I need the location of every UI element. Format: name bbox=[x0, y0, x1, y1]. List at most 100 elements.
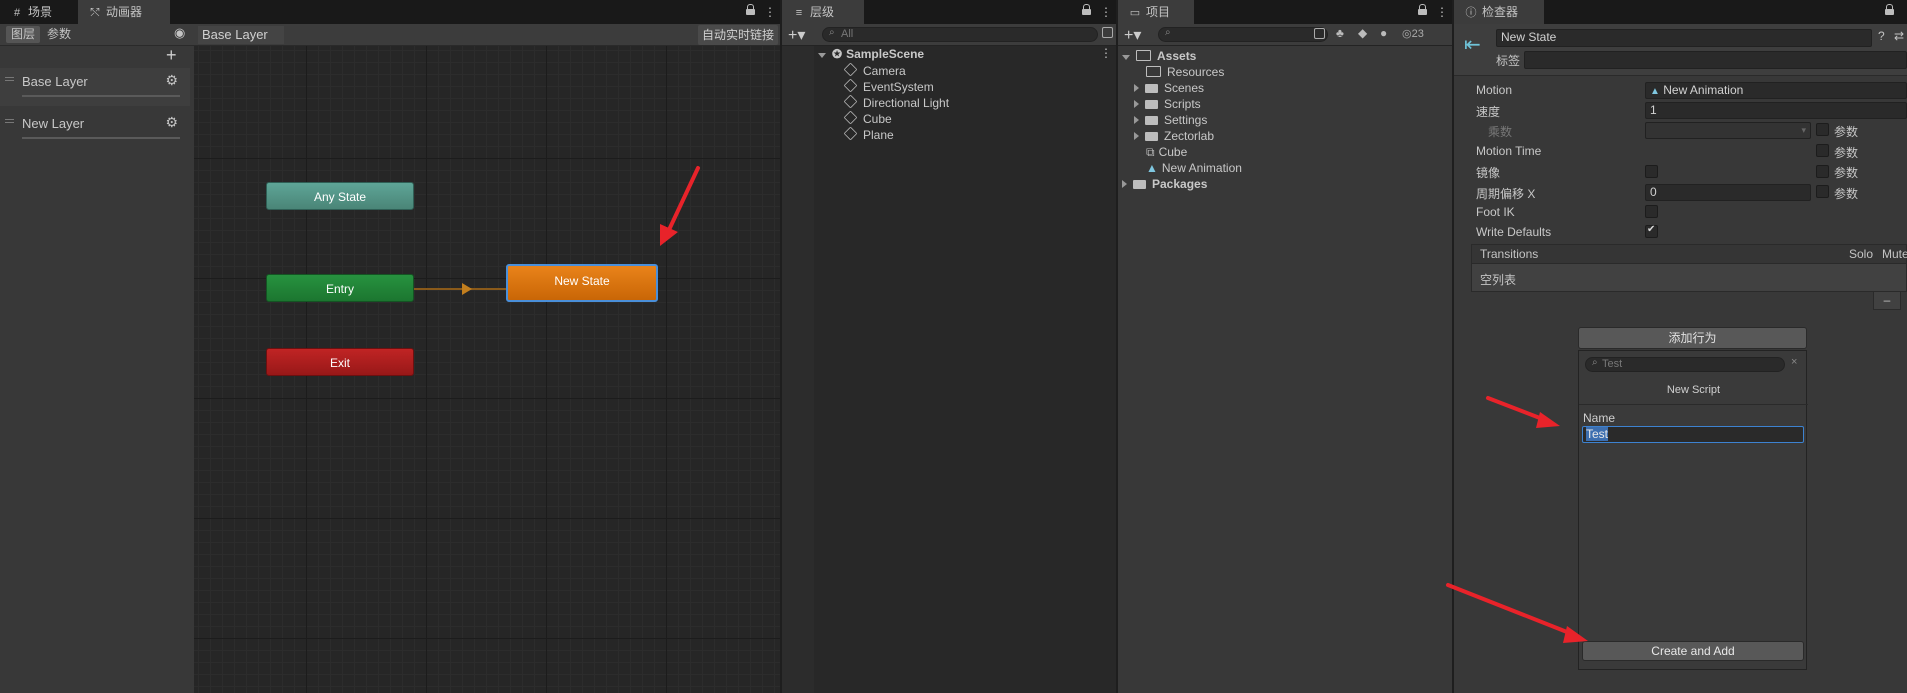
search-icon: ⌕ bbox=[1592, 357, 1598, 368]
search-icon: ⌕ bbox=[1165, 27, 1171, 38]
filter-icon[interactable] bbox=[1102, 27, 1113, 38]
entry-node[interactable]: Entry bbox=[266, 274, 414, 302]
layer-item-new[interactable]: New Layer ⚙ bbox=[0, 110, 190, 148]
type-filter-icon[interactable]: ♣ bbox=[1336, 26, 1344, 40]
tag-field[interactable] bbox=[1524, 51, 1907, 69]
scene-more-icon[interactable]: ⋮ bbox=[1100, 46, 1112, 60]
live-link-button[interactable]: 自动实时链接 bbox=[697, 25, 778, 45]
project-search-input[interactable]: ⌕ bbox=[1158, 27, 1328, 42]
create-button[interactable]: +▾ bbox=[1124, 25, 1141, 45]
layer-weight-bar[interactable] bbox=[22, 95, 180, 97]
mirror-param-checkbox[interactable] bbox=[1816, 165, 1829, 178]
cycle-offset-field[interactable]: 0 bbox=[1645, 184, 1811, 201]
expand-icon[interactable] bbox=[1134, 132, 1139, 140]
hierarchy-toolbar: +▾ ⌕ All bbox=[782, 24, 1116, 46]
scene-item[interactable]: ✪ SampleScene bbox=[818, 47, 924, 61]
more-menu-icon[interactable]: ⋮ bbox=[764, 5, 776, 19]
animator-breadcrumb-bar: Base Layer 自动实时链接 bbox=[194, 24, 780, 46]
animator-graph-canvas[interactable]: Any State Entry Exit New State bbox=[194, 46, 780, 693]
hierarchy-item[interactable]: Camera bbox=[843, 62, 906, 78]
hierarchy-tabbar: ≡ 层级 ⋮ bbox=[782, 0, 1116, 24]
tab-scene[interactable]: # 场景 bbox=[0, 0, 78, 24]
hierarchy-item[interactable]: Directional Light bbox=[843, 94, 949, 110]
project-toolbar: +▾ ⌕ ♣ ◆ ● ◎23 bbox=[1118, 24, 1452, 46]
project-item[interactable]: Zectorlab bbox=[1134, 129, 1214, 143]
hidden-count[interactable]: ◎23 bbox=[1402, 27, 1424, 40]
clear-search-icon[interactable]: × bbox=[1791, 356, 1797, 368]
param-label: 参数 bbox=[1834, 146, 1859, 160]
add-behaviour-button[interactable]: 添加行为 bbox=[1578, 327, 1807, 349]
expand-icon[interactable] bbox=[1134, 84, 1139, 92]
project-item[interactable]: Settings bbox=[1134, 113, 1207, 127]
hierarchy-item[interactable]: EventSystem bbox=[843, 78, 934, 94]
drag-handle-icon[interactable] bbox=[5, 77, 14, 78]
new-state-node[interactable]: New State bbox=[506, 264, 658, 302]
collapse-icon[interactable] bbox=[1122, 55, 1130, 60]
motion-field[interactable]: ▲ New Animation bbox=[1645, 82, 1907, 99]
write-defaults-checkbox[interactable] bbox=[1645, 224, 1658, 238]
eye-icon[interactable]: ◉ bbox=[174, 25, 185, 41]
lock-icon[interactable] bbox=[1885, 4, 1894, 15]
project-item[interactable]: Resources bbox=[1146, 65, 1224, 79]
hierarchy-search-input[interactable]: ⌕ All bbox=[822, 27, 1098, 42]
tab-project[interactable]: ▭ 项目 bbox=[1118, 0, 1194, 24]
add-layer-button[interactable]: + bbox=[166, 45, 177, 66]
hierarchy-item[interactable]: Plane bbox=[843, 126, 894, 142]
param-label: 参数 bbox=[1834, 187, 1859, 201]
assets-folder[interactable]: Assets bbox=[1122, 49, 1196, 63]
mirror-checkbox[interactable] bbox=[1645, 165, 1658, 178]
lock-icon[interactable] bbox=[1418, 4, 1427, 15]
packages-folder[interactable]: Packages bbox=[1122, 177, 1207, 191]
expand-icon[interactable] bbox=[1134, 116, 1139, 124]
create-button[interactable]: +▾ bbox=[788, 25, 805, 45]
more-menu-icon[interactable]: ⋮ bbox=[1436, 5, 1448, 19]
layer-weight-bar[interactable] bbox=[22, 137, 180, 139]
gear-icon[interactable]: ⚙ bbox=[165, 72, 178, 89]
gear-icon[interactable]: ⚙ bbox=[165, 114, 178, 131]
state-name-field[interactable]: New State bbox=[1496, 29, 1872, 47]
tab-parameters[interactable]: 参数 bbox=[42, 26, 76, 43]
collapse-icon[interactable] bbox=[818, 53, 826, 58]
project-item[interactable]: Scenes bbox=[1134, 81, 1204, 95]
expand-icon[interactable] bbox=[1134, 100, 1139, 108]
project-item[interactable]: ▲ New Animation bbox=[1146, 161, 1242, 175]
drag-handle-icon[interactable] bbox=[5, 119, 14, 120]
layer-item-base[interactable]: Base Layer ⚙ bbox=[0, 68, 190, 106]
multiplier-dropdown[interactable]: ▾ bbox=[1645, 122, 1811, 139]
tab-inspector[interactable]: ⓘ 检查器 bbox=[1454, 0, 1544, 24]
foot-ik-checkbox[interactable] bbox=[1645, 205, 1658, 218]
cycle-offset-param-checkbox[interactable] bbox=[1816, 185, 1829, 198]
create-and-add-button[interactable]: Create and Add bbox=[1582, 641, 1804, 661]
lock-icon[interactable] bbox=[746, 4, 755, 15]
tab-layers[interactable]: 图层 bbox=[6, 26, 40, 43]
any-state-node[interactable]: Any State bbox=[266, 182, 414, 210]
info-icon[interactable]: ● bbox=[1380, 26, 1387, 40]
speed-field[interactable]: 1 bbox=[1645, 102, 1907, 119]
lock-icon[interactable] bbox=[1082, 4, 1091, 15]
tag-label: 标签 bbox=[1496, 54, 1521, 68]
project-item[interactable]: Scripts bbox=[1134, 97, 1201, 111]
preset-icon[interactable]: ⇄ bbox=[1894, 29, 1904, 43]
hierarchy-item[interactable]: Cube bbox=[843, 110, 892, 126]
motion-time-param-checkbox[interactable] bbox=[1816, 144, 1829, 157]
more-menu-icon[interactable]: ⋮ bbox=[1100, 5, 1112, 19]
expand-icon[interactable] bbox=[1122, 180, 1127, 188]
exit-node[interactable]: Exit bbox=[266, 348, 414, 376]
hierarchy-gutter bbox=[782, 46, 814, 693]
info-icon: ⓘ bbox=[1465, 7, 1477, 19]
multiplier-param-checkbox[interactable] bbox=[1816, 123, 1829, 136]
project-item[interactable]: ⧉ Cube bbox=[1146, 145, 1187, 160]
remove-transition-button[interactable]: – bbox=[1873, 292, 1901, 310]
folder-icon bbox=[1145, 84, 1158, 93]
help-icon[interactable]: ? bbox=[1878, 29, 1885, 43]
breadcrumb[interactable]: Base Layer bbox=[198, 26, 284, 44]
tab-hierarchy[interactable]: ≡ 层级 bbox=[782, 0, 864, 24]
solo-label: Solo bbox=[1849, 247, 1874, 261]
behaviour-search-input[interactable]: ⌕ Test bbox=[1585, 357, 1785, 372]
script-name-input[interactable]: Test bbox=[1582, 426, 1804, 443]
label-filter-icon[interactable]: ◆ bbox=[1358, 26, 1367, 40]
mute-label: Mute bbox=[1882, 247, 1907, 261]
tab-animator[interactable]: ⤲ 动画器 bbox=[78, 0, 170, 24]
multiplier-label: 乘数 bbox=[1488, 125, 1513, 139]
filter-icon[interactable] bbox=[1314, 28, 1325, 39]
